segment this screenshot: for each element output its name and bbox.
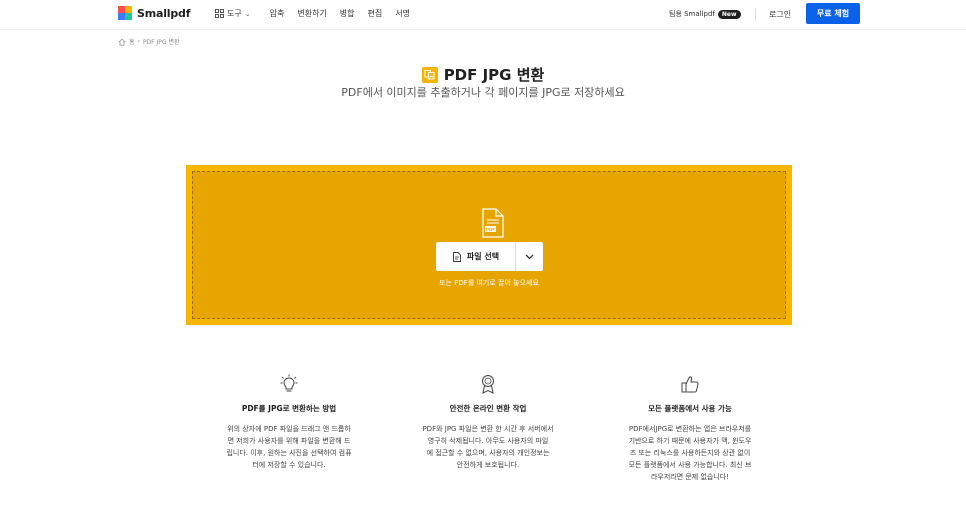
- drop-hint-text: 또는 PDF를 여기로 끌어 놓으세요: [439, 279, 539, 287]
- drop-zone-dashed-border: PDF 파일 선택 또는 PDF를 여기로 끌어 놓으세요: [192, 171, 786, 319]
- thumbs-up-icon: [681, 376, 699, 393]
- lightbulb-icon: [280, 374, 298, 392]
- login-link[interactable]: 로그인: [769, 9, 791, 20]
- feature-title: PDF를 JPG로 변환하는 방법: [241, 404, 337, 413]
- nav-edit[interactable]: 편집: [368, 8, 383, 19]
- header-divider: [755, 8, 756, 21]
- feature-security: 안전한 온라인 변환 작업 PDF와 JPG 파일은 변환 한 시간 후 서버에…: [398, 373, 578, 471]
- more-sources-dropdown[interactable]: [516, 242, 543, 271]
- nav-merge[interactable]: 병합: [340, 8, 355, 19]
- feature-description: 위의 상자에 PDF 파일을 드래그 앤 드롭하 면 저희가 사용자를 위해 파…: [226, 425, 352, 469]
- choose-file-label: 파일 선택: [466, 252, 500, 261]
- choose-file-button[interactable]: 파일 선택: [436, 242, 515, 271]
- file-upload-icon: [452, 251, 461, 262]
- main-nav: 도구 ⌄ 압축 변환하기 병합 편집 서명: [215, 8, 423, 19]
- tools-label: 도구: [227, 9, 242, 18]
- nav-convert[interactable]: 변환하기: [297, 8, 326, 19]
- pdf-file-icon-label: PDF: [486, 227, 495, 232]
- file-drop-zone[interactable]: PDF 파일 선택 또는 PDF를 여기로 끌어 놓으세요: [186, 165, 792, 325]
- page-title-row: PDF JPG 변환: [0, 64, 966, 85]
- pdf-file-icon: PDF: [482, 208, 504, 238]
- new-badge: New: [717, 9, 741, 19]
- breadcrumb-separator: ›: [137, 38, 140, 45]
- team-promo-link[interactable]: 팀용 Smallpdf New: [669, 9, 741, 19]
- pdf-to-jpg-tool-icon: [421, 66, 438, 83]
- feature-title: 안전한 온라인 변환 작업: [449, 404, 527, 413]
- page-title: PDF JPG 변환: [443, 66, 545, 84]
- page-subtitle: PDF에서 이미지를 추출하거나 각 페이지를 JPG로 저장하세요: [341, 86, 625, 99]
- smallpdf-logo-icon: [118, 6, 132, 20]
- promo-text: 팀용 Smallpdf: [669, 10, 715, 18]
- smallpdf-logo[interactable]: Smallpdf: [118, 6, 190, 20]
- breadcrumb: 홈 › PDF JPG 변환: [118, 37, 180, 46]
- feature-how-to: PDF를 JPG로 변환하는 방법 위의 상자에 PDF 파일을 드래그 앤 드…: [199, 373, 379, 471]
- tools-menu[interactable]: 도구 ⌄: [215, 8, 251, 19]
- feature-title: 모든 플랫폼에서 사용 가능: [648, 404, 732, 413]
- breadcrumb-current: PDF JPG 변환: [142, 39, 180, 46]
- feature-description: PDF에서JPG로 변환하는 앱은 브라우저를 기반으로 하기 때문에 사용자가…: [628, 425, 752, 481]
- breadcrumb-home[interactable]: 홈: [129, 37, 135, 46]
- choose-file-button-group: 파일 선택: [436, 242, 543, 271]
- top-header: Smallpdf 도구 ⌄ 압축 변환하기 병합 편집 서명 팀용 Smallp…: [0, 0, 966, 30]
- feature-platforms: 모든 플랫폼에서 사용 가능 PDF에서JPG로 변환하는 앱은 브라우저를 기…: [600, 373, 780, 483]
- home-icon[interactable]: [118, 38, 126, 46]
- grid-icon: [215, 9, 224, 18]
- nav-compress[interactable]: 압축: [270, 8, 285, 19]
- award-ribbon-icon: [482, 375, 494, 394]
- nav-sign[interactable]: 서명: [395, 8, 410, 19]
- free-trial-button[interactable]: 무료 체험: [806, 3, 860, 24]
- feature-description: PDF와 JPG 파일은 변환 한 시간 후 서버에서 영구히 삭제됩니다. 아…: [422, 425, 554, 469]
- logo-text: Smallpdf: [137, 6, 191, 20]
- chevron-down-icon: ⌄: [244, 9, 251, 18]
- chevron-down-icon: [525, 254, 534, 259]
